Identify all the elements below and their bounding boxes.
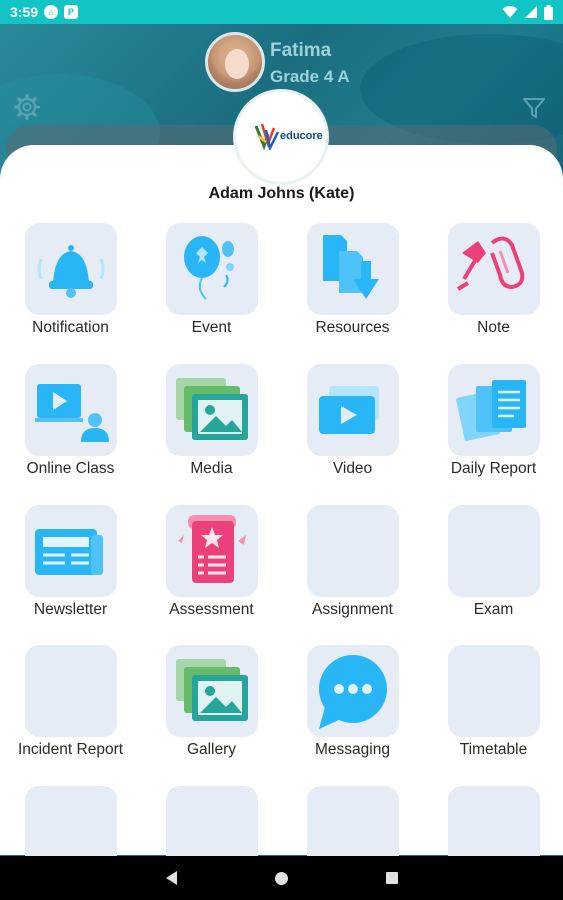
exam-tile[interactable] [448, 505, 540, 597]
chat-bubble-icon [319, 655, 387, 729]
note-label: Note [477, 319, 510, 336]
logo-mark-icon [254, 123, 280, 150]
gallery-tile[interactable] [166, 645, 258, 737]
recent-apps-icon[interactable] [385, 872, 398, 884]
signal-icon [525, 6, 537, 18]
gear-icon[interactable] [14, 94, 40, 120]
notification-app-icon: ⌂ [44, 5, 59, 19]
status-time: 3:59 [10, 4, 39, 20]
gallery-image-icon [176, 659, 248, 721]
assessment-tile[interactable] [166, 505, 258, 597]
media-tile[interactable] [166, 364, 258, 456]
assessment-scroll-icon [178, 515, 246, 583]
report-docs-icon [456, 380, 526, 441]
daily-report-label: Daily Report [450, 460, 537, 477]
newsletter-label: Newsletter [33, 601, 108, 618]
event-tile[interactable] [166, 223, 258, 315]
incident-report-label: Incident Report [17, 741, 124, 758]
newsletter-tile[interactable] [25, 505, 117, 597]
assignment-label: Assignment [312, 601, 393, 618]
student-avatar[interactable] [205, 32, 265, 92]
back-icon[interactable] [165, 871, 177, 885]
timetable-label: Timetable [459, 741, 528, 758]
wifi-icon [502, 6, 518, 18]
resources-tile[interactable] [307, 223, 399, 315]
bell-icon [37, 245, 105, 298]
messaging-tile[interactable] [307, 645, 399, 737]
online-class-tile[interactable] [25, 364, 117, 456]
gallery-label: Gallery [186, 741, 237, 758]
user-name: Adam Johns (Kate) [208, 185, 355, 202]
school-logo: educore [236, 92, 326, 182]
system-nav-bar [0, 856, 563, 900]
online-class-label: Online Class [26, 460, 115, 477]
logo-text: educore [280, 130, 323, 142]
battery-icon [544, 4, 553, 20]
student-name: Fatima [270, 40, 332, 61]
notification-label: Notification [32, 319, 109, 336]
newsletter-icon [35, 529, 103, 575]
assessment-label: Assessment [169, 601, 254, 618]
video-label: Video [332, 460, 373, 477]
video-lesson-icon [35, 384, 109, 442]
video-play-icon [319, 386, 379, 434]
messaging-label: Messaging [315, 741, 390, 758]
media-label: Media [190, 460, 233, 477]
media-image-icon [176, 378, 248, 440]
exam-label: Exam [473, 601, 514, 618]
daily-report-tile[interactable] [448, 364, 540, 456]
video-tile[interactable] [307, 364, 399, 456]
resources-label: Resources [315, 319, 390, 336]
incident-report-tile[interactable] [25, 645, 117, 737]
filter-icon[interactable] [522, 96, 546, 120]
paperclip-pin-icon [456, 236, 525, 291]
status-bar: 3:59 ⌂ P [0, 0, 563, 24]
assignment-tile[interactable] [307, 505, 399, 597]
timetable-tile[interactable] [448, 645, 540, 737]
student-grade: Grade 4 A [270, 67, 350, 86]
event-label: Event [191, 319, 232, 336]
note-tile[interactable] [448, 223, 540, 315]
play-store-icon: P [64, 5, 79, 19]
download-docs-icon [323, 235, 379, 299]
home-icon[interactable] [274, 871, 288, 885]
balloon-icon [184, 236, 234, 300]
notification-tile[interactable] [25, 223, 117, 315]
